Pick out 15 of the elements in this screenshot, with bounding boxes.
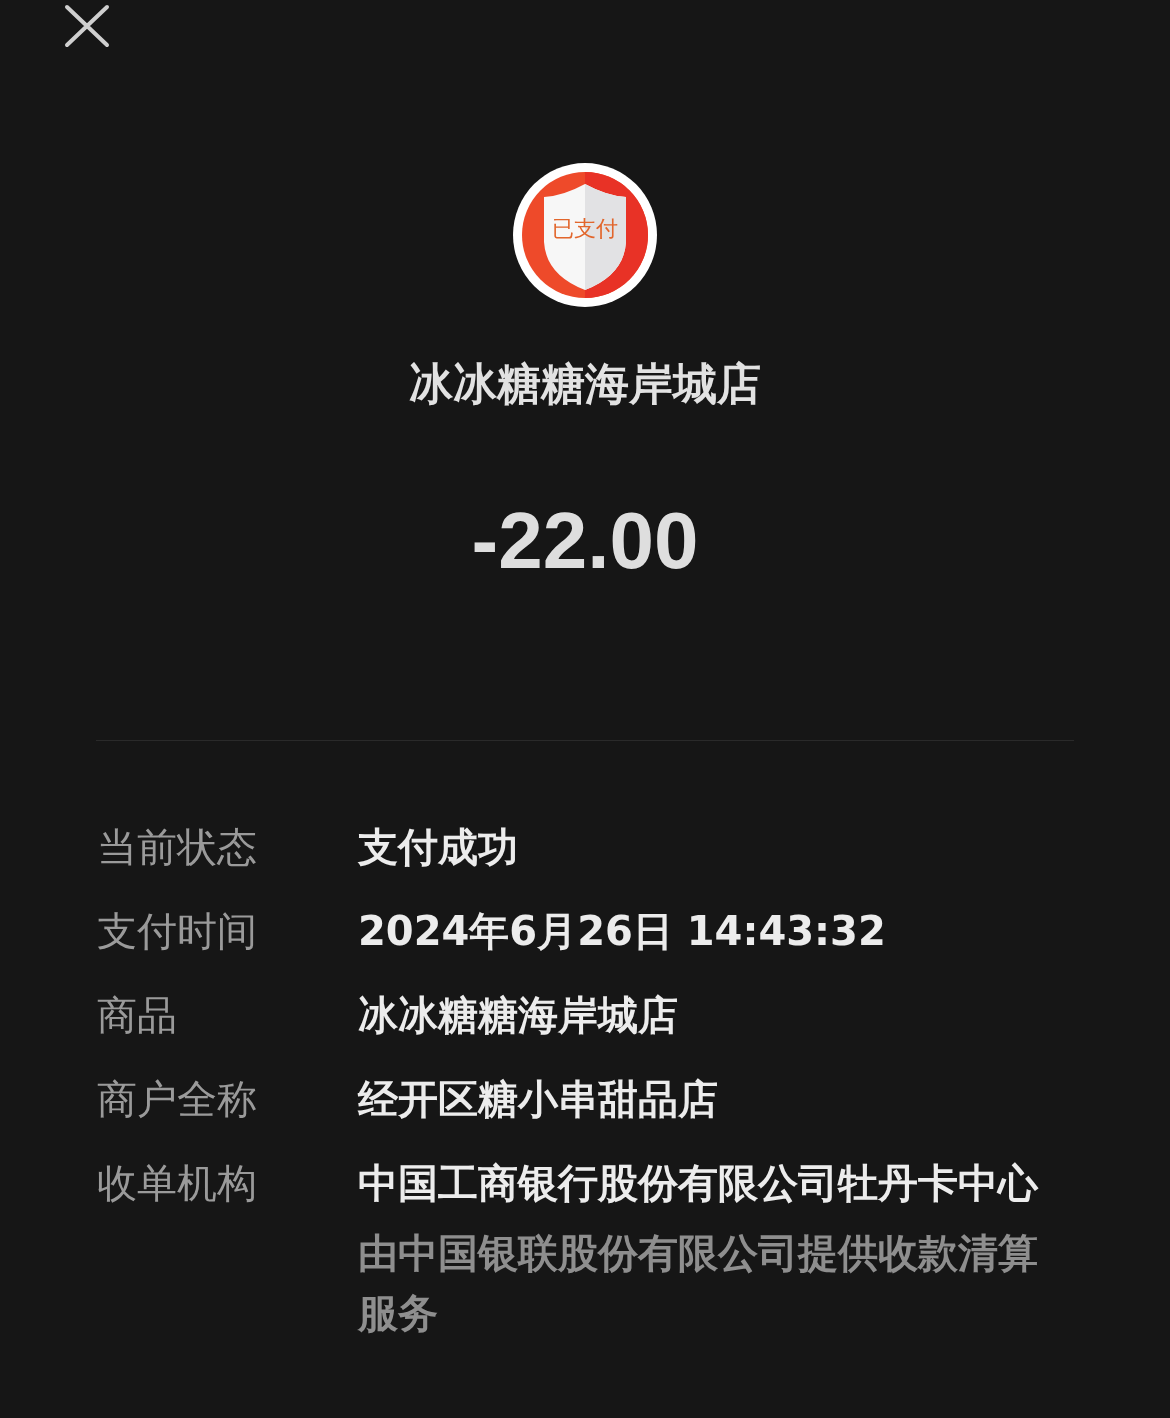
close-icon[interactable]: [64, 4, 110, 48]
paid-shield-badge: 已支付: [512, 162, 658, 308]
merchant-title: 冰冰糖糖海岸城店: [408, 357, 762, 411]
detail-value: 经开区糖小串甜品店: [358, 1075, 719, 1124]
detail-label: 商户全称: [97, 1075, 258, 1124]
detail-label: 收单机构: [97, 1159, 258, 1208]
detail-value: 冰冰糖糖海岸城店: [358, 991, 679, 1040]
detail-value: 支付成功: [358, 823, 519, 872]
detail-value: 2024年6月26日 14:43:32: [358, 907, 887, 956]
payment-amount: -22.00: [470, 496, 700, 586]
detail-note: 由中国银联股份有限公司提供收款清算服务: [358, 1229, 1039, 1338]
detail-label: 当前状态: [97, 823, 258, 872]
detail-label: 商品: [97, 991, 178, 1040]
detail-label: 支付时间: [97, 907, 258, 956]
detail-value: 中国工商银行股份有限公司牡丹卡中心: [358, 1159, 1040, 1208]
